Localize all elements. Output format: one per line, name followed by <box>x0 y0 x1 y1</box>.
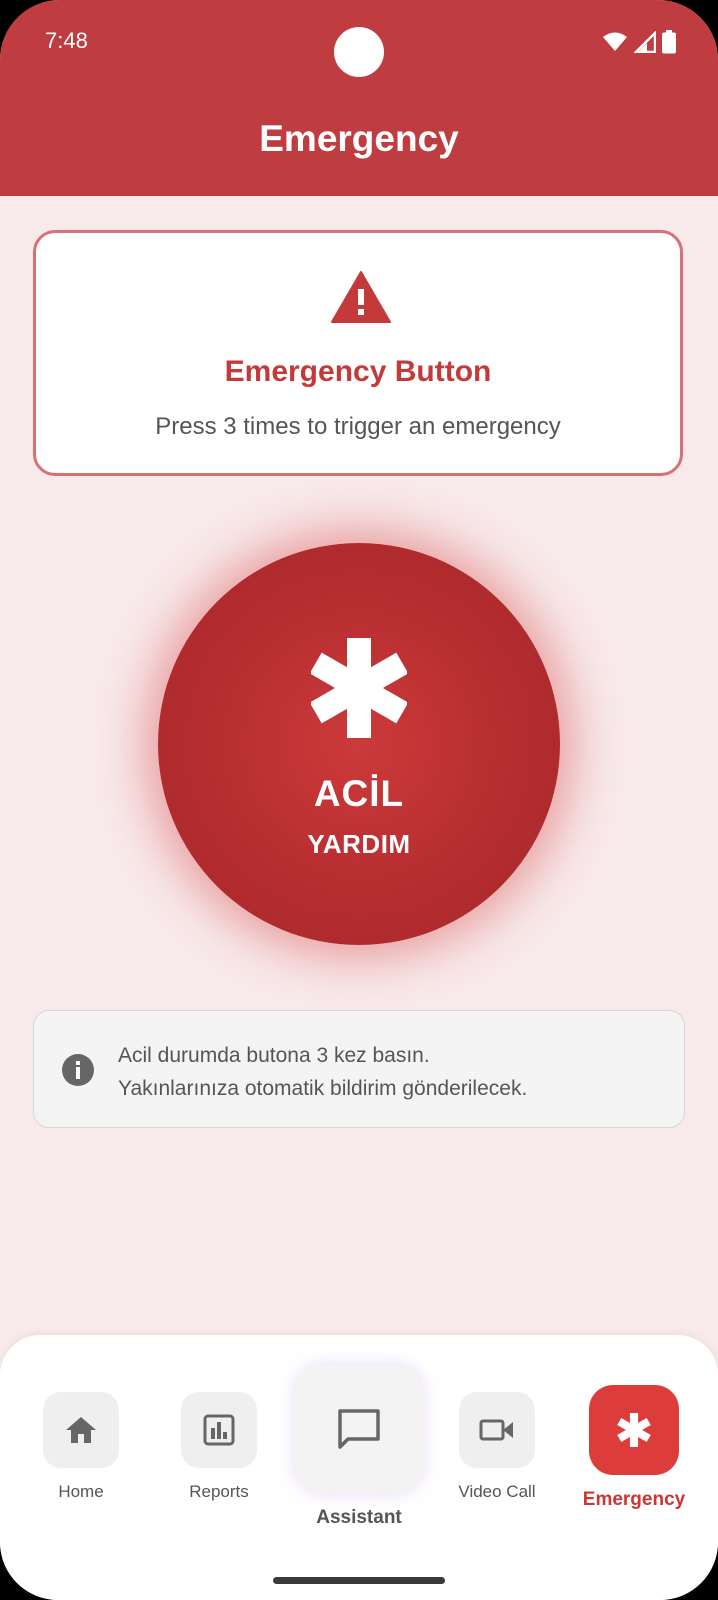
sos-label-secondary: YARDIM <box>307 829 411 859</box>
nav-item-home[interactable]: Home <box>42 1392 120 1502</box>
info-icon <box>62 1054 94 1086</box>
note-line-2: Yakınlarınıza otomatik bildirim gönderil… <box>118 1077 528 1100</box>
instruction-note: Acil durumda butona 3 kez basın. Yakınla… <box>33 1010 685 1128</box>
status-time: 7:48 <box>45 28 88 53</box>
nav-label-home: Home <box>58 1482 104 1501</box>
nav-tile-home <box>43 1392 119 1468</box>
nav-label-emergency: Emergency <box>582 1489 686 1510</box>
emergency-info-card: Emergency Button Press 3 times to trigge… <box>33 230 683 476</box>
home-icon <box>66 1417 96 1443</box>
status-icons <box>602 30 676 54</box>
card-title: Emergency Button <box>224 355 492 388</box>
video-camera-icon <box>479 1419 513 1441</box>
front-camera <box>334 27 384 77</box>
nav-label-reports: Reports <box>189 1482 249 1501</box>
bottom-navigation: Home Reports Assistant Video Call Emerge… <box>0 1335 718 1600</box>
nav-item-reports[interactable]: Reports <box>180 1392 258 1502</box>
chat-icon <box>338 1409 380 1449</box>
app-bar: 7:48 Emergency <box>0 0 718 196</box>
nav-item-assistant[interactable]: Assistant <box>294 1365 424 1529</box>
asterisk-icon <box>311 638 407 738</box>
emergency-sos-button[interactable]: ACİL YARDIM <box>158 543 560 945</box>
battery-icon <box>662 30 676 54</box>
nav-tile-reports <box>181 1392 257 1468</box>
home-indicator[interactable] <box>273 1577 445 1584</box>
nav-tile-emergency <box>589 1385 679 1475</box>
nav-label-assistant: Assistant <box>316 1507 402 1528</box>
nav-item-video-call[interactable]: Video Call <box>458 1392 536 1502</box>
reports-icon <box>203 1414 235 1446</box>
note-text: Acil durumda butona 3 kez basın. Yakınla… <box>118 1039 527 1105</box>
card-subtitle: Press 3 times to trigger an emergency <box>155 413 561 440</box>
nav-tile-video-call <box>459 1392 535 1468</box>
warning-icon <box>331 271 391 323</box>
wifi-icon <box>603 32 627 51</box>
asterisk-icon <box>617 1413 651 1447</box>
note-line-1: Acil durumda butona 3 kez basın. <box>118 1044 430 1067</box>
phone-screen: 7:48 Emergency Emergency Button Press 3 … <box>0 0 718 1600</box>
nav-tile-assistant <box>295 1365 423 1493</box>
nav-item-emergency[interactable]: Emergency <box>583 1385 685 1511</box>
sos-label-primary: ACİL <box>313 773 405 814</box>
signal-icon <box>634 31 656 53</box>
nav-label-video-call: Video Call <box>458 1482 536 1501</box>
page-title: Emergency <box>259 118 459 159</box>
